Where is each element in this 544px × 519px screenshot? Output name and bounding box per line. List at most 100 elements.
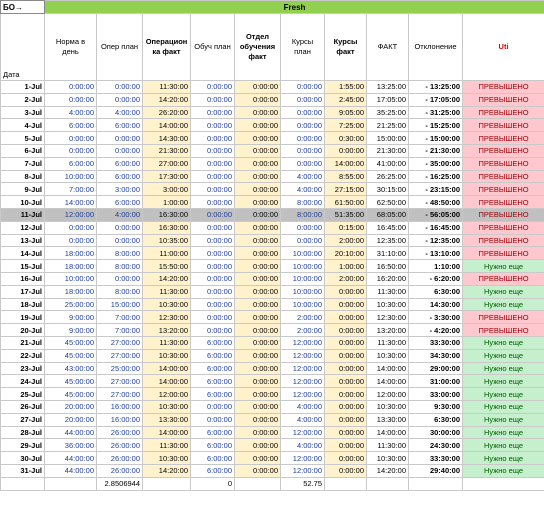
table-row[interactable]: 11-Jul 12:00:00 4:00:00 16:30:00 0:00:00 0:00… bbox=[0, 207, 544, 222]
cell-norm[interactable]: 0:00:00 bbox=[44, 80, 97, 94]
table-row[interactable]: 24-Jul 45:00:00 27:00:00 14:00:00 6:00:00 0:0… bbox=[0, 374, 544, 389]
cell-train-fact[interactable]: 0:00:00 bbox=[234, 259, 281, 273]
row-date[interactable]: 29-Jul bbox=[0, 438, 45, 453]
cell-norm[interactable]: 6:00:00 bbox=[44, 118, 97, 133]
cell-courses-plan[interactable]: 0:00:00 bbox=[280, 105, 325, 120]
row-date[interactable]: 10-Jul bbox=[0, 195, 45, 209]
cell-op-plan[interactable]: 27:00:00 bbox=[96, 387, 143, 401]
cell-norm[interactable]: 45:00:00 bbox=[44, 374, 97, 389]
cell-status[interactable]: Нужно еще bbox=[461, 361, 544, 376]
cell-train-fact[interactable]: 0:00:00 bbox=[234, 310, 281, 325]
cell-status[interactable]: Нужно еще bbox=[461, 425, 544, 440]
cell-op-plan[interactable]: 8:00:00 bbox=[96, 246, 143, 261]
cell-op-plan[interactable]: 15:00:00 bbox=[96, 297, 143, 312]
row-date[interactable]: 28-Jul bbox=[0, 425, 45, 440]
cell-train-fact[interactable]: 0:00:00 bbox=[234, 284, 281, 299]
cell-norm[interactable]: 10:00:00 bbox=[44, 271, 97, 286]
cell-train-plan[interactable]: 6:00:00 bbox=[190, 425, 235, 440]
table-row[interactable]: 16-Jul 10:00:00 0:00:00 14:20:00 0:00:00 0:00… bbox=[0, 271, 544, 286]
cell-train-plan[interactable]: 0:00:00 bbox=[190, 118, 235, 133]
cell-courses-plan[interactable]: 4:00:00 bbox=[280, 438, 325, 453]
cell-train-plan[interactable]: 0:00:00 bbox=[190, 220, 235, 235]
cell-courses-fact[interactable]: 27:15:00 bbox=[324, 182, 367, 197]
cell-deviation[interactable]: 29:00:00 bbox=[408, 361, 463, 376]
cell-train-fact[interactable]: 0:00:00 bbox=[234, 297, 281, 312]
cell-op-fact[interactable]: 14:20:00 bbox=[142, 92, 191, 107]
cell-deviation[interactable]: 33:30:00 bbox=[408, 451, 463, 465]
cell-courses-fact[interactable]: 2:00:00 bbox=[324, 271, 367, 286]
cell-fact[interactable]: 12:35:00 bbox=[366, 233, 409, 248]
cell-status[interactable]: ПРЕВЫШЕНО bbox=[461, 271, 544, 286]
cell-train-fact[interactable]: 0:00:00 bbox=[234, 131, 281, 145]
cell-train-plan[interactable]: 0:00:00 bbox=[190, 246, 235, 261]
table-row[interactable]: 12-Jul 0:00:00 0:00:00 16:30:00 0:00:00 0:00:… bbox=[0, 220, 544, 235]
cell-op-plan[interactable]: 26:00:00 bbox=[96, 463, 143, 478]
cell-deviation[interactable]: - 31:25:00 bbox=[408, 105, 463, 120]
cell-fact[interactable]: 62:50:00 bbox=[366, 195, 409, 209]
cell-deviation[interactable]: - 4:20:00 bbox=[408, 323, 463, 337]
cell-op-fact[interactable]: 14:20:00 bbox=[142, 271, 191, 286]
empty-cell[interactable] bbox=[44, 476, 97, 491]
row-date[interactable]: 11-Jul bbox=[0, 207, 45, 222]
cell-train-plan[interactable]: 6:00:00 bbox=[190, 438, 235, 453]
cell-courses-fact[interactable]: 20:10:00 bbox=[324, 246, 367, 261]
cell-fact[interactable]: 12:00:00 bbox=[366, 387, 409, 401]
cell-train-fact[interactable]: 0:00:00 bbox=[234, 92, 281, 107]
cell-op-fact[interactable]: 14:00:00 bbox=[142, 361, 191, 376]
table-row[interactable]: 7-Jul 6:00:00 6:00:00 27:00:00 0:00:00 0:00:0… bbox=[0, 156, 544, 171]
cell-status[interactable]: ПРЕВЫШЕНО bbox=[461, 220, 544, 235]
cell-courses-plan[interactable]: 2:00:00 bbox=[280, 310, 325, 325]
cell-train-fact[interactable]: 0:00:00 bbox=[234, 220, 281, 235]
cell-status[interactable]: Нужно еще bbox=[461, 335, 544, 350]
cell-courses-plan[interactable]: 0:00:00 bbox=[280, 156, 325, 171]
total-cell[interactable]: 0 bbox=[190, 476, 235, 491]
cell-train-plan[interactable]: 0:00:00 bbox=[190, 259, 235, 273]
cell-train-fact[interactable]: 0:00:00 bbox=[234, 246, 281, 261]
cell-norm[interactable]: 36:00:00 bbox=[44, 438, 97, 453]
row-date[interactable]: 20-Jul bbox=[0, 323, 45, 337]
empty-cell[interactable] bbox=[324, 476, 367, 491]
cell-norm[interactable]: 44:00:00 bbox=[44, 451, 97, 465]
cell-train-fact[interactable]: 0:00:00 bbox=[234, 438, 281, 453]
cell-train-plan[interactable]: 0:00:00 bbox=[190, 169, 235, 184]
cell-courses-fact[interactable]: 7:25:00 bbox=[324, 118, 367, 133]
cell-courses-plan[interactable]: 0:00:00 bbox=[280, 143, 325, 158]
cell-norm[interactable]: 12:00:00 bbox=[44, 207, 97, 222]
cell-deviation[interactable]: 31:00:00 bbox=[408, 374, 463, 389]
cell-status[interactable]: Нужно еще bbox=[461, 374, 544, 389]
col-norm[interactable]: Норма в день bbox=[44, 13, 97, 81]
cell-op-plan[interactable]: 8:00:00 bbox=[96, 259, 143, 273]
cell-op-fact[interactable]: 11:30:00 bbox=[142, 80, 191, 94]
cell-courses-fact[interactable]: 0:00:00 bbox=[324, 297, 367, 312]
table-row[interactable]: 9-Jul 7:00:00 3:00:00 3:00:00 0:00:00 0:00:00… bbox=[0, 182, 544, 197]
empty-cell[interactable] bbox=[408, 476, 463, 491]
cell-train-fact[interactable]: 0:00:00 bbox=[234, 271, 281, 286]
cell-op-fact[interactable]: 13:30:00 bbox=[142, 412, 191, 427]
cell-norm[interactable]: 0:00:00 bbox=[44, 131, 97, 145]
row-date[interactable]: 18-Jul bbox=[0, 297, 45, 312]
cell-fact[interactable]: 13:25:00 bbox=[366, 80, 409, 94]
empty-cell[interactable] bbox=[234, 476, 281, 491]
table-row[interactable]: 30-Jul 44:00:00 26:00:00 10:30:00 6:00:00 0:0… bbox=[0, 451, 544, 465]
cell-courses-plan[interactable]: 10:00:00 bbox=[280, 297, 325, 312]
row-date[interactable]: 5-Jul bbox=[0, 131, 45, 145]
cell-status[interactable]: ПРЕВЫШЕНО bbox=[461, 131, 544, 145]
cell-deviation[interactable]: - 15:25:00 bbox=[408, 118, 463, 133]
cell-courses-plan[interactable]: 0:00:00 bbox=[280, 92, 325, 107]
cell-status[interactable]: Нужно еще bbox=[461, 412, 544, 427]
cell-status[interactable]: Нужно еще bbox=[461, 451, 544, 465]
total-cell[interactable]: 52.75 bbox=[280, 476, 325, 491]
row-date[interactable]: 22-Jul bbox=[0, 348, 45, 363]
cell-status[interactable]: ПРЕВЫШЕНО bbox=[461, 143, 544, 158]
cell-op-plan[interactable]: 0:00:00 bbox=[96, 143, 143, 158]
cell-norm[interactable]: 20:00:00 bbox=[44, 412, 97, 427]
row-date[interactable]: 25-Jul bbox=[0, 387, 45, 401]
row-date[interactable]: 8-Jul bbox=[0, 169, 45, 184]
cell-deviation[interactable]: - 23:15:00 bbox=[408, 182, 463, 197]
cell-status[interactable]: Нужно еще bbox=[461, 284, 544, 299]
row-date[interactable]: 7-Jul bbox=[0, 156, 45, 171]
cell-courses-fact[interactable]: 0:00:00 bbox=[324, 399, 367, 414]
cell-courses-plan[interactable]: 12:00:00 bbox=[280, 387, 325, 401]
cell-courses-plan[interactable]: 0:00:00 bbox=[280, 118, 325, 133]
cell-status[interactable]: ПРЕВЫШЕНО bbox=[461, 310, 544, 325]
